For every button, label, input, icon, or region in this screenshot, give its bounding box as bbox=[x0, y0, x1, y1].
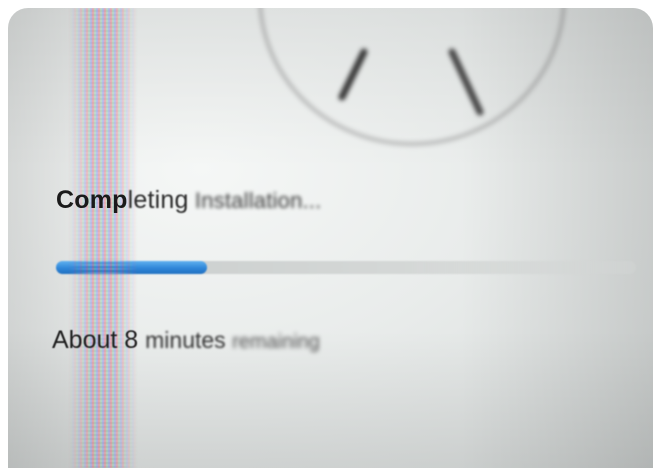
time-remaining-text: About 8 minutes remaining bbox=[52, 326, 320, 355]
logo-strokes bbox=[338, 48, 484, 116]
title-part-1: Comp bbox=[56, 186, 128, 214]
installer-logo-icon bbox=[258, 8, 566, 146]
progress-bar-fill bbox=[56, 261, 207, 274]
screen-pixel-fringe bbox=[68, 8, 138, 468]
installation-progress-bar bbox=[56, 261, 636, 274]
status-part-1: About 8 bbox=[52, 326, 146, 354]
status-part-2: minutes bbox=[145, 327, 233, 353]
title-part-2: leting bbox=[127, 186, 189, 214]
installation-title: Completing Installation... bbox=[56, 186, 321, 215]
title-part-3: Installation... bbox=[188, 188, 322, 213]
status-part-3: remaining bbox=[232, 331, 320, 353]
installer-screen: Completing Installation... About 8 minut… bbox=[8, 8, 653, 468]
